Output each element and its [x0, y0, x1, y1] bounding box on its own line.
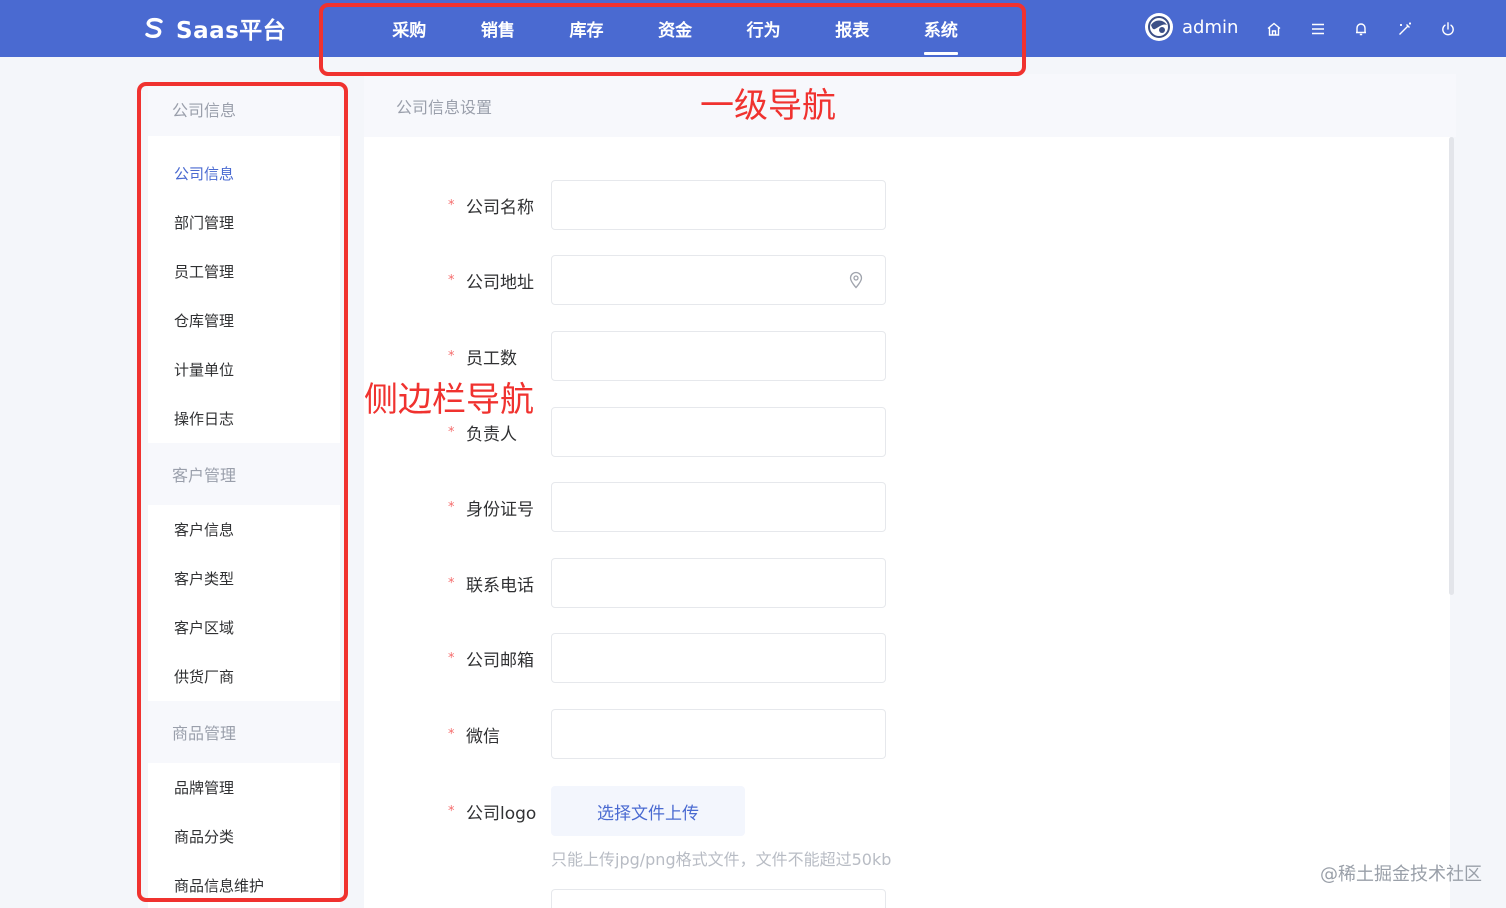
sidebar-item-company-info[interactable]: 公司信息 — [148, 149, 340, 198]
field-label: 身份证号 — [466, 499, 534, 520]
location-pin-icon[interactable] — [846, 270, 866, 290]
upload-file-button[interactable]: 选择文件上传 — [551, 786, 745, 836]
sidebar-item-employees[interactable]: 员工管理 — [148, 247, 340, 296]
required-mark: * — [448, 197, 455, 213]
wechat-input[interactable] — [551, 709, 886, 759]
user-menu[interactable]: admin — [1145, 13, 1238, 41]
id-number-input[interactable] — [551, 482, 886, 532]
username: admin — [1182, 16, 1239, 38]
sidebar-item-customer-regions[interactable]: 客户区域 — [148, 603, 340, 652]
required-mark: * — [448, 575, 455, 591]
sidebar-item-suppliers[interactable]: 供货厂商 — [148, 652, 340, 701]
company-name-input[interactable] — [551, 180, 886, 230]
required-mark: * — [448, 650, 455, 666]
field-label: 公司地址 — [466, 272, 534, 293]
sidebar-item-units[interactable]: 计量单位 — [148, 345, 340, 394]
nav-item-funds[interactable]: 资金 — [631, 0, 720, 57]
nav-item-inventory[interactable]: 库存 — [542, 0, 631, 57]
top-bar: Saas平台 采购 销售 库存 资金 行为 报表 系统 admin — [0, 0, 1506, 57]
field-label: 联系电话 — [466, 575, 534, 596]
sidebar-item-brands[interactable]: 品牌管理 — [148, 763, 340, 812]
company-address-input[interactable] — [551, 255, 886, 305]
partial-input[interactable] — [551, 889, 886, 908]
toolbar-icons — [1262, 17, 1480, 41]
field-label: 公司邮箱 — [466, 650, 534, 671]
main-panel: 公司信息设置 * 公司名称 * 公司地址 * 员工数 * 负责人 * 身份证号 … — [364, 74, 1456, 908]
sidebar-group-customers[interactable]: 客户管理 — [148, 443, 340, 505]
nav-item-sales[interactable]: 销售 — [454, 0, 543, 57]
required-mark: * — [448, 726, 455, 742]
magic-wand-icon[interactable] — [1393, 17, 1417, 41]
sidebar-item-departments[interactable]: 部门管理 — [148, 198, 340, 247]
field-label: 员工数 — [466, 348, 517, 369]
manager-input[interactable] — [551, 407, 886, 457]
sidebar-item-warehouses[interactable]: 仓库管理 — [148, 296, 340, 345]
bell-icon[interactable] — [1349, 17, 1373, 41]
nav-item-purchase[interactable]: 采购 — [365, 0, 454, 57]
power-icon[interactable] — [1436, 17, 1460, 41]
upload-hint: 只能上传jpg/png格式文件，文件不能超过50kb — [551, 850, 892, 869]
nav-item-behavior[interactable]: 行为 — [719, 0, 808, 57]
required-mark: * — [448, 803, 455, 819]
sidebar-item-customer-types[interactable]: 客户类型 — [148, 554, 340, 603]
email-input[interactable] — [551, 633, 886, 683]
field-label: 微信 — [466, 726, 500, 747]
sidebar-group-company[interactable]: 公司信息 — [148, 82, 340, 136]
home-icon[interactable] — [1262, 17, 1286, 41]
app-name: Saas平台 — [176, 18, 287, 44]
sidebar-item-customer-info[interactable]: 客户信息 — [148, 505, 340, 554]
scrollbar[interactable] — [1449, 137, 1454, 595]
required-mark: * — [448, 499, 455, 515]
avatar-icon — [1145, 13, 1173, 41]
phone-input[interactable] — [551, 558, 886, 608]
field-label: 公司logo — [466, 803, 537, 824]
required-mark: * — [448, 348, 455, 364]
watermark: @稀土掘金技术社区 — [1320, 864, 1482, 885]
nav-item-system[interactable]: 系统 — [897, 0, 986, 57]
menu-icon[interactable] — [1306, 17, 1330, 41]
nav-item-reports[interactable]: 报表 — [808, 0, 897, 57]
required-mark: * — [448, 424, 455, 440]
main-nav: 采购 销售 库存 资金 行为 报表 系统 — [365, 0, 985, 57]
field-label: 公司名称 — [466, 197, 534, 218]
required-mark: * — [448, 272, 455, 288]
sidebar-item-operation-log[interactable]: 操作日志 — [148, 394, 340, 443]
saas-s-logo-icon — [142, 16, 166, 40]
brand[interactable]: Saas平台 — [142, 12, 286, 44]
sidebar-item-product-info[interactable]: 商品信息维护 — [148, 861, 340, 908]
sidebar-group-products[interactable]: 商品管理 — [148, 701, 340, 763]
page-title: 公司信息设置 — [364, 74, 1456, 137]
employee-count-input[interactable] — [551, 331, 886, 381]
company-info-form: * 公司名称 * 公司地址 * 员工数 * 负责人 * 身份证号 * 联系电话 … — [364, 137, 1450, 908]
field-label: 负责人 — [466, 424, 517, 445]
sidebar: 公司信息 公司信息 部门管理 员工管理 仓库管理 计量单位 操作日志 客户管理 … — [148, 82, 340, 908]
sidebar-item-categories[interactable]: 商品分类 — [148, 812, 340, 861]
